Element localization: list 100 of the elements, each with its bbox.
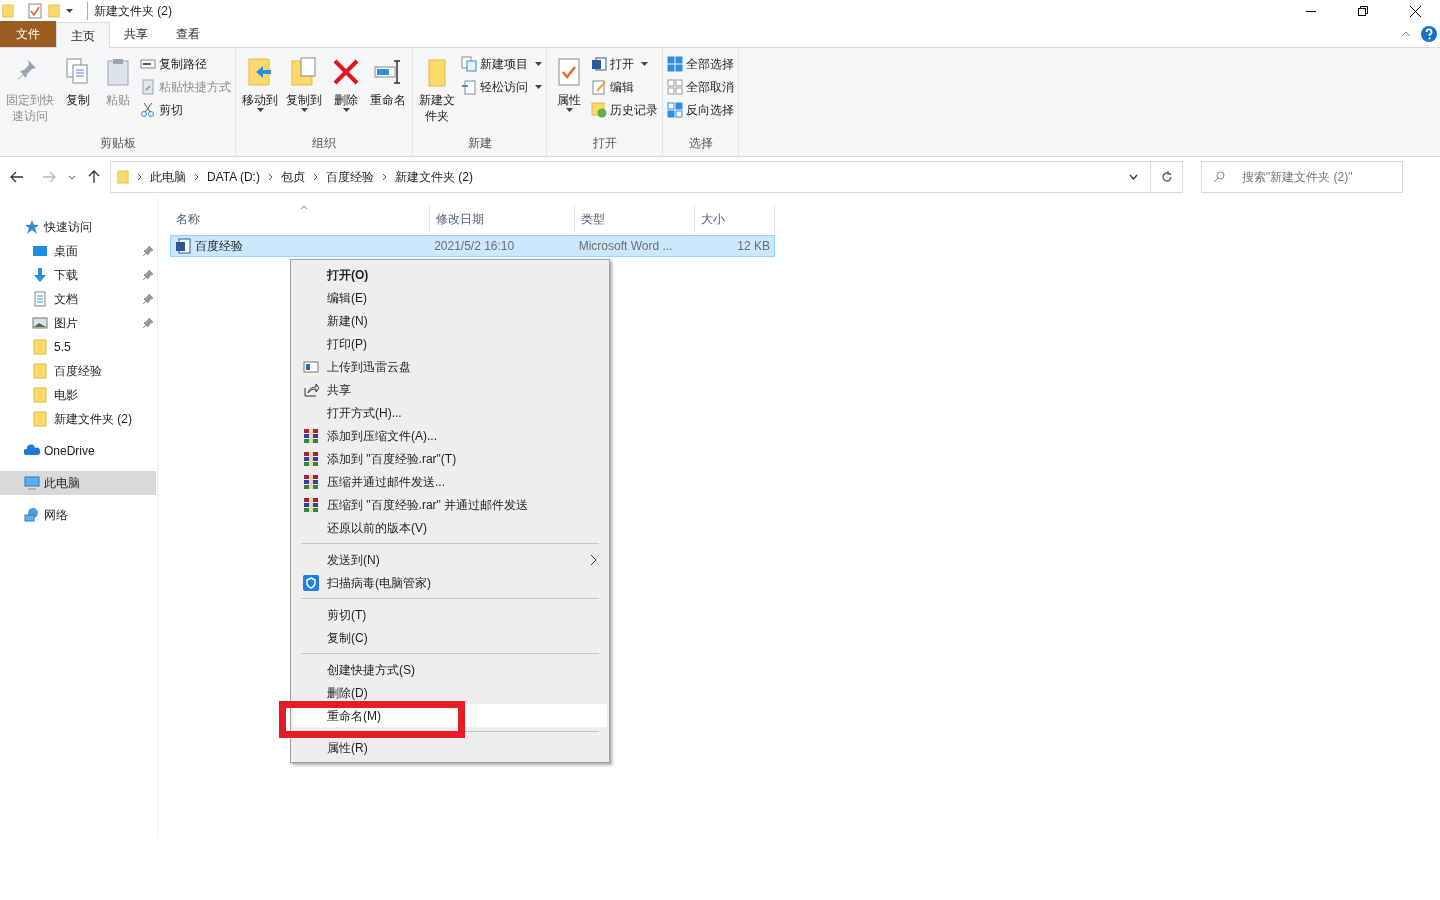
breadcrumb[interactable]: 包贞 xyxy=(280,168,305,186)
menu-item[interactable]: 压缩到 "百度经验.rar" 并通过邮件发送 xyxy=(293,493,607,516)
ribbon-button[interactable]: 属性 xyxy=(551,52,587,112)
folder-icon xyxy=(32,339,48,355)
ribbon-button[interactable]: 打开 xyxy=(591,54,658,73)
menu-item[interactable]: 打印(P) xyxy=(293,332,607,355)
menu-item[interactable]: 扫描病毒(电脑管家) xyxy=(293,571,607,594)
chevron-right-icon xyxy=(312,173,318,181)
ribbon-button[interactable]: 移动到 xyxy=(240,52,280,112)
pin-icon xyxy=(143,246,153,256)
column-header[interactable]: 大小 xyxy=(695,205,775,233)
ribbon-button[interactable]: 轻松访问 xyxy=(461,77,542,96)
refresh-icon[interactable] xyxy=(1160,171,1173,183)
ribbon-tab[interactable]: 主页 xyxy=(56,22,110,48)
menu-item[interactable]: 新建(N) xyxy=(293,309,607,332)
close-icon xyxy=(1409,5,1421,17)
shield-icon xyxy=(303,574,319,591)
menu-item[interactable]: 压缩并通过邮件发送... xyxy=(293,470,607,493)
menu-item[interactable]: 删除(D) xyxy=(293,681,607,704)
archive-icon xyxy=(303,427,319,444)
ribbon-button[interactable]: 历史记录 xyxy=(591,100,658,119)
sidebar-item[interactable]: 桌面 xyxy=(0,239,157,263)
sidebar-item[interactable]: 百度经验 xyxy=(0,359,157,383)
menu-item[interactable]: 创建快捷方式(S) xyxy=(293,658,607,681)
shortcut-icon xyxy=(140,78,156,95)
ribbon-button[interactable]: 复制 xyxy=(60,52,96,108)
breadcrumb[interactable]: 百度经验 xyxy=(325,168,374,186)
star-icon xyxy=(24,219,40,235)
edit-icon xyxy=(591,78,607,95)
back-arrow-icon[interactable] xyxy=(10,171,24,183)
invert-selection-icon xyxy=(667,101,683,118)
menu-item[interactable]: 属性(R) xyxy=(293,736,607,759)
document-icon xyxy=(32,291,48,307)
sidebar-item[interactable]: 5.5 xyxy=(0,335,157,359)
ribbon-button[interactable]: 剪切 xyxy=(140,100,231,119)
chevron-down-icon[interactable] xyxy=(1129,174,1138,180)
menu-item[interactable]: 上传到迅雷云盘 xyxy=(293,355,607,378)
menu-item[interactable]: 复制(C) xyxy=(293,626,607,649)
chevron-down-icon[interactable] xyxy=(68,174,76,180)
chevron-right-icon xyxy=(267,173,273,181)
ribbon-button[interactable]: 复制到 xyxy=(284,52,324,112)
sidebar-item[interactable]: 网络 xyxy=(0,503,156,527)
ribbon-button[interactable]: 新建文件夹 xyxy=(417,52,457,124)
ribbon-button[interactable]: 全部选择 xyxy=(667,54,734,73)
caret-icon xyxy=(565,108,573,112)
sidebar-item[interactable]: 电影 xyxy=(0,383,157,407)
caret-icon xyxy=(342,108,350,112)
menu-item[interactable]: 共享 xyxy=(293,378,607,401)
share-icon xyxy=(303,381,319,398)
ribbon-button[interactable]: 重命名 xyxy=(368,52,408,108)
up-arrow-icon[interactable] xyxy=(88,170,100,184)
menu-item[interactable]: 打开(O) xyxy=(293,263,607,286)
group-label: 新建 xyxy=(466,135,493,152)
ribbon-button[interactable]: 编辑 xyxy=(591,77,658,96)
sidebar-item[interactable]: 下载 xyxy=(0,263,157,287)
menu-item[interactable]: 打开方式(H)... xyxy=(293,401,607,424)
ribbon-button[interactable]: 删除 xyxy=(328,52,364,112)
sidebar-item[interactable]: 新建文件夹 (2) xyxy=(0,407,157,431)
menu-item[interactable]: 编辑(E) xyxy=(293,286,607,309)
search-icon xyxy=(1213,171,1225,183)
sidebar-item[interactable]: 此电脑 xyxy=(0,471,156,495)
ribbon-button[interactable]: 新建项目 xyxy=(461,54,542,73)
ribbon-tab[interactable]: 查看 xyxy=(162,21,214,47)
breadcrumb[interactable]: 新建文件夹 (2) xyxy=(394,168,473,186)
sidebar-item[interactable]: OneDrive xyxy=(0,439,156,463)
folder-icon xyxy=(32,411,48,427)
menu-item[interactable]: 添加到 "百度经验.rar"(T) xyxy=(293,447,607,470)
pin-icon xyxy=(143,318,153,328)
column-header[interactable]: 名称 xyxy=(170,205,430,233)
scissors-icon xyxy=(140,101,156,118)
column-header[interactable]: 类型 xyxy=(575,205,695,233)
collapse-icon[interactable] xyxy=(1401,31,1411,37)
address-bar[interactable]: 此电脑 DATA (D:) 包贞 百度经验 新建文件夹 (2) xyxy=(110,161,1183,193)
properties-icon[interactable] xyxy=(28,3,42,19)
ribbon-tab[interactable]: 文件 xyxy=(0,21,56,47)
ribbon-button[interactable]: 复制路径 xyxy=(140,54,231,73)
caret-icon xyxy=(300,108,308,112)
history-icon xyxy=(591,101,607,118)
menu-item[interactable]: 还原以前的版本(V) xyxy=(293,516,607,539)
ribbon-button[interactable]: 全部取消 xyxy=(667,77,734,96)
sidebar-item[interactable]: 图片 xyxy=(0,311,157,335)
ribbon-tab[interactable]: 共享 xyxy=(110,21,162,47)
breadcrumb[interactable]: DATA (D:) xyxy=(207,168,260,186)
group-label: 打开 xyxy=(591,135,618,152)
sidebar-item[interactable]: 快速访问 xyxy=(0,215,156,239)
ribbon-button[interactable]: 反向选择 xyxy=(667,100,734,119)
menu-item[interactable]: 添加到压缩文件(A)... xyxy=(293,424,607,447)
breadcrumb[interactable]: 此电脑 xyxy=(150,168,186,186)
new-item-icon xyxy=(461,55,477,72)
menu-item[interactable]: 剪切(T) xyxy=(293,603,607,626)
help-icon[interactable] xyxy=(1421,26,1437,42)
sidebar-item[interactable]: 文档 xyxy=(0,287,157,311)
chevron-right-icon xyxy=(194,173,199,181)
file-row[interactable]: 百度经验 2021/5/2 16:10 Microsoft Word ... 12 KB xyxy=(170,235,775,257)
pin-icon xyxy=(143,294,153,304)
column-header[interactable]: 修改日期 xyxy=(430,205,575,233)
search-field[interactable]: 搜索"新建文件夹 (2)" xyxy=(1201,161,1403,193)
image-icon xyxy=(32,315,48,331)
menu-item[interactable]: 发送到(N) xyxy=(293,548,607,571)
restore-icon xyxy=(1358,6,1368,16)
